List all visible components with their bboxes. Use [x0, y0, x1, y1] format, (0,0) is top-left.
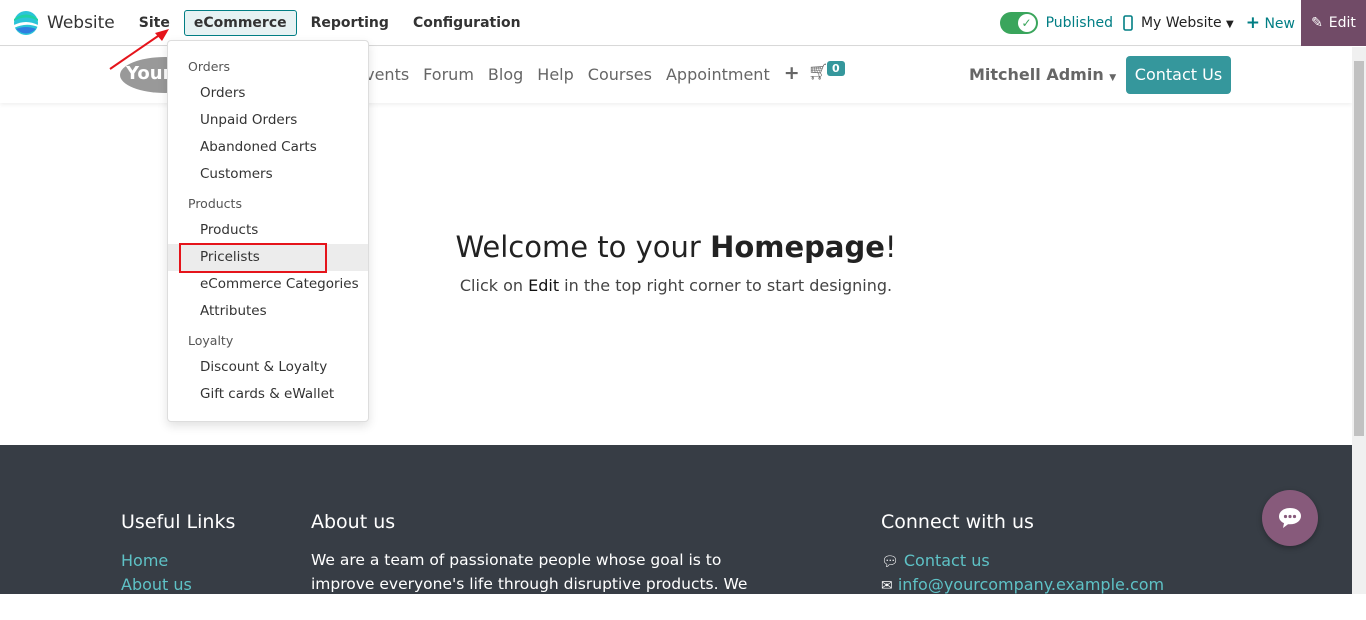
- useful-links-title: Useful Links: [121, 511, 236, 533]
- about-text: We are a team of passionate people whose…: [311, 551, 748, 617]
- connect-title: Connect with us: [881, 511, 1034, 533]
- new-button[interactable]: + New: [1246, 13, 1295, 33]
- nav-blog[interactable]: Blog: [488, 65, 523, 84]
- about-title: About us: [311, 511, 396, 533]
- footer-email-link[interactable]: info@yourcompany.example.com: [898, 575, 1164, 594]
- new-label: New: [1264, 16, 1295, 32]
- menu-item-discount-loyalty[interactable]: Discount & Loyalty: [168, 354, 368, 381]
- section-header-orders: Orders: [188, 59, 231, 74]
- menu-ecommerce[interactable]: eCommerce: [183, 9, 297, 36]
- ecommerce-dropdown: Orders Orders Unpaid Orders Abandoned Ca…: [167, 40, 369, 422]
- cart-icon[interactable]: 🛒︎: [808, 62, 828, 81]
- app-brand[interactable]: Website: [13, 10, 115, 36]
- mobile-preview-icon[interactable]: [1123, 15, 1133, 31]
- edit-label: Edit: [1328, 15, 1356, 31]
- edit-button[interactable]: ✎ Edit: [1301, 0, 1366, 46]
- published-toggle[interactable]: ✓: [999, 12, 1038, 34]
- nav-forum[interactable]: Forum: [423, 65, 474, 84]
- plus-icon: +: [1245, 13, 1260, 33]
- menu-item-ecommerce-categories[interactable]: eCommerce Categories: [168, 271, 368, 298]
- user-name: Mitchell Admin: [969, 65, 1104, 84]
- caret-down-icon: ▼: [1109, 73, 1117, 83]
- footer-link-home[interactable]: Home: [121, 551, 168, 570]
- chat-bubble-icon: [1279, 508, 1301, 528]
- highlight-annotation-box: [179, 243, 327, 273]
- livechat-button[interactable]: [1262, 490, 1318, 546]
- nav-appointment[interactable]: Appointment: [666, 65, 770, 84]
- website-app-icon: [14, 10, 38, 35]
- section-header-loyalty: Loyalty: [188, 333, 234, 348]
- menu-item-abandoned-carts[interactable]: Abandoned Carts: [168, 134, 368, 161]
- cart-count-badge: 0: [827, 61, 845, 76]
- menu-item-unpaid-orders[interactable]: Unpaid Orders: [168, 107, 368, 134]
- section-header-products: Products: [188, 196, 242, 211]
- caret-down-icon: ▼: [1226, 19, 1234, 30]
- published-label: Published: [1045, 15, 1113, 31]
- check-icon: ✓: [1017, 14, 1036, 32]
- menu-item-attributes[interactable]: Attributes: [168, 298, 368, 325]
- footer-contact-link[interactable]: Contact us: [904, 551, 990, 570]
- pencil-icon: ✎: [1311, 15, 1323, 31]
- footer-link-about[interactable]: About us: [121, 575, 192, 594]
- add-menu-plus-icon[interactable]: +: [784, 62, 800, 84]
- nav-help[interactable]: Help: [537, 65, 573, 84]
- menu-item-orders[interactable]: Orders: [168, 80, 368, 107]
- menu-reporting[interactable]: Reporting: [301, 10, 399, 36]
- website-selector-label: My Website: [1140, 15, 1222, 31]
- page-scrollbar[interactable]: [1352, 47, 1366, 594]
- nav-courses[interactable]: Courses: [588, 65, 652, 84]
- menu-item-products[interactable]: Products: [168, 217, 368, 244]
- website-selector[interactable]: My Website ▼: [1141, 15, 1234, 31]
- menu-item-gift-cards[interactable]: Gift cards & eWallet: [168, 381, 368, 408]
- comment-icon: 💬︎: [881, 554, 899, 570]
- scrollbar-thumb[interactable]: [1354, 61, 1364, 436]
- menu-configuration[interactable]: Configuration: [403, 10, 531, 36]
- footer: Useful Links Home About us About us We a…: [0, 445, 1352, 617]
- user-menu[interactable]: Mitchell Admin ▼: [969, 65, 1116, 84]
- contact-us-button[interactable]: Contact Us: [1126, 56, 1231, 94]
- annotation-arrow: [109, 29, 169, 70]
- menu-item-customers[interactable]: Customers: [168, 161, 368, 188]
- envelope-icon: ✉: [881, 578, 893, 594]
